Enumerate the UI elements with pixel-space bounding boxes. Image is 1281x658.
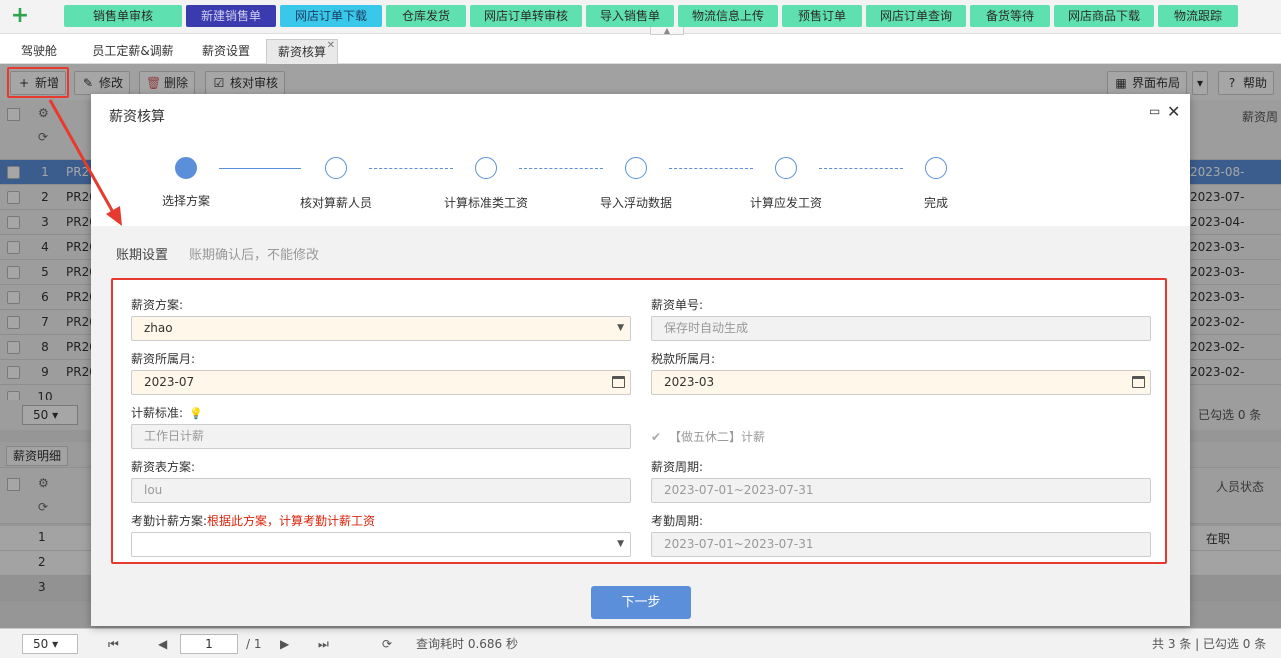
next-page-icon[interactable]: ▶: [280, 635, 289, 653]
total-pages: / 1: [246, 637, 262, 651]
salary-month-value: 2023-07: [144, 375, 195, 389]
workweek-label: 【做五休二】计薪: [669, 430, 766, 444]
tax-month-value: 2023-03: [664, 375, 715, 389]
attendance-period-field[interactable]: 2023-07-01~2023-07-31: [651, 532, 1151, 557]
lightbulb-icon[interactable]: 💡: [189, 407, 203, 420]
salary-no-label: 薪资单号:: [651, 298, 704, 312]
step-connector: [219, 168, 301, 169]
page-input[interactable]: 1: [180, 634, 238, 654]
query-time: 查询耗时 0.686 秒: [416, 637, 518, 651]
step-circle-6: [925, 157, 947, 179]
dialog-title: 薪资核算: [109, 109, 165, 125]
bottom-page-size-select[interactable]: 50 ▾: [22, 634, 78, 654]
nav-items: 销售单审核 新建销售单 网店订单下载 仓库发货 网店订单转审核 导入销售单 物流…: [64, 5, 1238, 27]
step-circle-1: [175, 157, 197, 179]
nav-item-sales-review[interactable]: 销售单审核: [64, 5, 182, 27]
standard-label: 计薪标准: 💡: [131, 404, 203, 421]
attendance-plan-label: 考勤计薪方案:根据此方案，计算考勤计薪工资: [131, 512, 375, 529]
step-label-4: 导入浮动数据: [599, 196, 672, 210]
tab-bar: 驾驶舱 员工定薪&调薪 薪资设置 薪资核算 ✕: [0, 35, 1281, 64]
step-connector: [519, 168, 603, 169]
close-icon[interactable]: ✕: [1167, 102, 1180, 121]
standard-field[interactable]: 工作日计薪: [131, 424, 631, 449]
section-hint: 账期确认后，不能修改: [189, 248, 320, 263]
salary-no-field[interactable]: 保存时自动生成: [651, 316, 1151, 341]
attendance-period-label: 考勤周期:: [651, 514, 704, 528]
period-settings-panel: 账期设置 账期确认后，不能修改 薪资方案: zhao ▼ 薪资单号: 保存时自动…: [91, 226, 1190, 578]
maximize-icon[interactable]: ▭: [1149, 104, 1160, 118]
period-form: 薪资方案: zhao ▼ 薪资单号: 保存时自动生成 薪资所属月: 2023-0…: [111, 278, 1167, 564]
tax-month-label: 税款所属月:: [651, 352, 716, 366]
nav-item-stock-waiting[interactable]: 备货等待: [970, 5, 1050, 27]
attendance-plan-hint: 根据此方案，计算考勤计薪工资: [207, 514, 376, 528]
period-label: 薪资周期:: [651, 460, 704, 474]
tab-salary-settings[interactable]: 薪资设置: [192, 39, 260, 64]
tab-salary-adjust[interactable]: 员工定薪&调薪: [80, 39, 186, 64]
wizard-steps: 选择方案 核对算薪人员 计算标准类工资 导入浮动数据 计算应发工资 完成: [91, 136, 1190, 222]
table-plan-field[interactable]: lou: [131, 478, 631, 503]
nav-item-shop-order-to-review[interactable]: 网店订单转审核: [470, 5, 582, 27]
first-page-icon[interactable]: ⏮: [108, 635, 119, 653]
tax-month-field[interactable]: 2023-03: [651, 370, 1151, 395]
check-icon: ✔: [651, 430, 662, 444]
add-button-highlight: [7, 67, 69, 98]
step-label-5: 计算应发工资: [749, 196, 822, 210]
step-circle-5: [775, 157, 797, 179]
nav-item-presale-order[interactable]: 预售订单: [782, 5, 862, 27]
dialog-footer: 下一步: [91, 578, 1190, 626]
salary-month-label: 薪资所属月:: [131, 352, 196, 366]
nav-item-shop-order-query[interactable]: 网店订单查询: [866, 5, 966, 27]
salary-plan-value: zhao: [144, 321, 173, 335]
collapse-caret-icon[interactable]: ▲: [650, 27, 684, 35]
refresh-page-icon[interactable]: ⟳: [382, 635, 392, 653]
nav-item-new-sales-order[interactable]: 新建销售单: [186, 5, 276, 27]
bottom-page-size-value: 50: [33, 637, 49, 651]
salary-plan-select[interactable]: zhao ▼: [131, 316, 631, 341]
nav-item-shop-order-download[interactable]: 网店订单下载: [280, 5, 382, 27]
prev-page-icon[interactable]: ◀: [158, 635, 167, 653]
workweek-checkbox[interactable]: ✔ 【做五休二】计薪: [651, 428, 765, 445]
close-tab-icon[interactable]: ✕: [327, 34, 335, 58]
total-summary: 共 3 条 | 已勾选 0 条: [1152, 637, 1267, 651]
step-label-2: 核对算薪人员: [299, 196, 372, 210]
attendance-plan-label-text: 考勤计薪方案:: [131, 514, 208, 528]
nav-item-warehouse-ship[interactable]: 仓库发货: [386, 5, 466, 27]
step-label-1: 选择方案: [161, 194, 210, 208]
bottom-pager: 50 ▾ ⏮ ◀ 1 / 1 ▶ ⏭ ⟳ 查询耗时 0.686 秒 共 3 条 …: [0, 628, 1281, 658]
calendar-icon[interactable]: [1132, 376, 1145, 388]
add-nav-icon[interactable]: +: [10, 4, 30, 28]
calendar-icon[interactable]: [612, 376, 625, 388]
attendance-plan-select[interactable]: ▼: [131, 532, 631, 557]
section-title: 账期设置: [116, 248, 169, 263]
top-nav: + 销售单审核 新建销售单 网店订单下载 仓库发货 网店订单转审核 导入销售单 …: [0, 0, 1281, 35]
salary-month-field[interactable]: 2023-07: [131, 370, 631, 395]
nav-item-logistics-tracking[interactable]: 物流跟踪: [1158, 5, 1238, 27]
step-connector: [669, 168, 753, 169]
step-label-6: 完成: [923, 196, 948, 210]
nav-item-import-sales[interactable]: 导入销售单: [586, 5, 674, 27]
step-label-3: 计算标准类工资: [443, 196, 528, 210]
salary-calc-dialog: 薪资核算 ▭ ✕ 选择方案 核对算薪人员 计算标准类工资 导入浮动数据 计算应发…: [91, 94, 1190, 626]
tab-cockpit[interactable]: 驾驶舱: [8, 39, 70, 64]
nav-item-shop-goods-download[interactable]: 网店商品下载: [1054, 5, 1154, 27]
tab-salary-calc[interactable]: 薪资核算 ✕: [266, 39, 338, 64]
step-connector: [369, 168, 453, 169]
step-circle-2: [325, 157, 347, 179]
period-field[interactable]: 2023-07-01~2023-07-31: [651, 478, 1151, 503]
chevron-down-icon: ▼: [617, 323, 624, 333]
standard-label-text: 计薪标准:: [131, 406, 184, 420]
table-plan-label: 薪资表方案:: [131, 460, 196, 474]
last-page-icon[interactable]: ⏭: [318, 635, 329, 653]
tab-salary-calc-label: 薪资核算: [277, 45, 326, 59]
nav-item-logistics-upload[interactable]: 物流信息上传: [678, 5, 778, 27]
step-circle-4: [625, 157, 647, 179]
step-circle-3: [475, 157, 497, 179]
chevron-down-icon: ▼: [617, 539, 624, 549]
next-step-button[interactable]: 下一步: [591, 586, 691, 619]
step-connector: [819, 168, 903, 169]
salary-plan-label: 薪资方案:: [131, 298, 184, 312]
